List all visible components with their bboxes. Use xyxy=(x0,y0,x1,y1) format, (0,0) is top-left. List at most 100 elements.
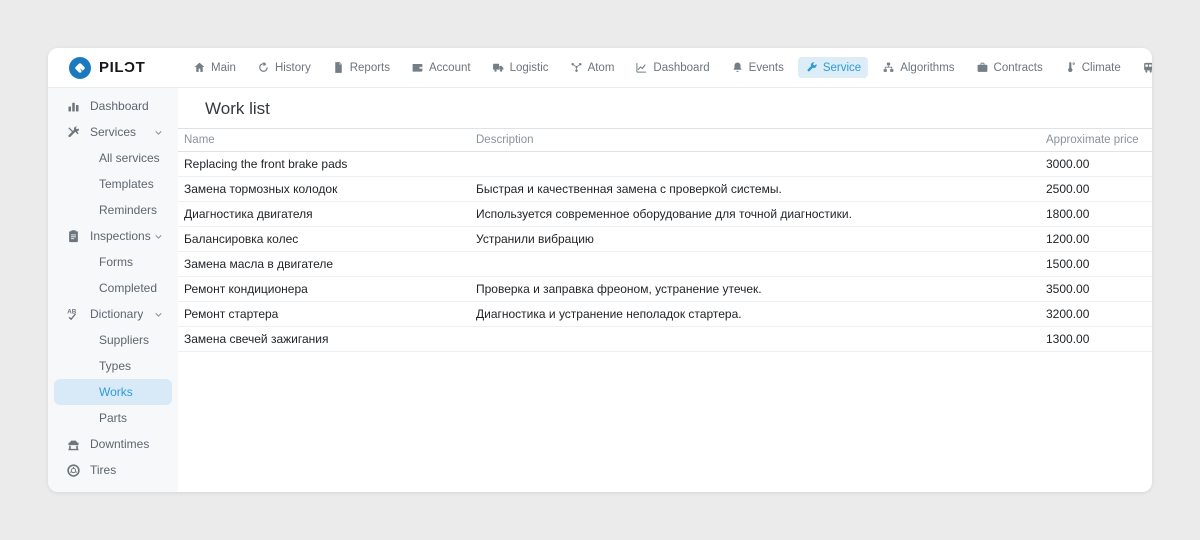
sidebar-item-dictionary[interactable]: Dictionary xyxy=(54,301,172,327)
thermometer-icon xyxy=(1064,61,1077,74)
wallet-icon xyxy=(411,61,424,74)
sidebar-item-label: Tires xyxy=(90,463,116,477)
sidebar-item-label: Dashboard xyxy=(90,99,149,113)
nav-item-history[interactable]: History xyxy=(250,57,318,78)
table-row[interactable]: Замена свечей зажигания 1300.00 xyxy=(178,327,1152,352)
column-header-description: Description xyxy=(470,129,1040,152)
app-window: PILƆT Main History Reports Account Logis… xyxy=(48,48,1152,492)
table-row[interactable]: Замена масла в двигателе 1500.00 xyxy=(178,252,1152,277)
home-icon xyxy=(193,61,206,74)
cell-description: Используется современное оборудование дл… xyxy=(470,202,1040,227)
cell-name: Замена тормозных колодок xyxy=(178,177,470,202)
nav-item-account[interactable]: Account xyxy=(404,57,478,78)
nav-item-label: Climate xyxy=(1082,62,1121,74)
tools-icon xyxy=(66,125,81,140)
nav-item-label: Reports xyxy=(350,62,390,74)
nav-item-reports[interactable]: Reports xyxy=(325,57,397,78)
sidebar-item-label: Reminders xyxy=(99,203,157,217)
nav-item-label: Logistic xyxy=(510,62,549,74)
nav-item-label: History xyxy=(275,62,311,74)
sidebar-item-forms[interactable]: Forms xyxy=(54,249,172,275)
brand-logo[interactable]: PILƆT xyxy=(68,56,186,80)
bell-icon xyxy=(731,61,744,74)
sidebar-item-completed[interactable]: Completed xyxy=(54,275,172,301)
cell-name: Replacing the front brake pads xyxy=(178,152,470,177)
nav-item-label: Atom xyxy=(588,62,615,74)
table-row[interactable]: Replacing the front brake pads 3000.00 xyxy=(178,152,1152,177)
chevron-down-icon xyxy=(153,127,164,138)
nav-item-label: Account xyxy=(429,62,471,74)
sidebar-item-suppliers[interactable]: Suppliers xyxy=(54,327,172,353)
nav-item-contracts[interactable]: Contracts xyxy=(969,57,1050,78)
chart-icon xyxy=(635,61,648,74)
sidebar-item-parts[interactable]: Parts xyxy=(54,405,172,431)
top-navbar: PILƆT Main History Reports Account Logis… xyxy=(48,48,1152,88)
brand-name: PILƆT xyxy=(99,59,145,76)
sidebar-item-label: Works xyxy=(99,385,133,399)
sidebar-item-label: Completed xyxy=(99,281,157,295)
truck-icon xyxy=(492,61,505,74)
cell-price: 1800.00 xyxy=(1040,202,1152,227)
sidebar-item-types[interactable]: Types xyxy=(54,353,172,379)
sidebar-item-label: Services xyxy=(90,125,136,139)
sidebar-item-tires[interactable]: Tires xyxy=(54,457,172,483)
top-nav-menu: Main History Reports Account Logistic At… xyxy=(186,57,1152,78)
dict-icon xyxy=(66,307,81,322)
sidebar: Dashboard Services All services Template… xyxy=(48,88,178,492)
page-title: Work list xyxy=(178,88,1152,128)
table-header-row: Name Description Approximate price xyxy=(178,129,1152,152)
cell-price: 1200.00 xyxy=(1040,227,1152,252)
nav-item-service[interactable]: Service xyxy=(798,57,868,78)
nav-item-main[interactable]: Main xyxy=(186,57,243,78)
file-icon xyxy=(332,61,345,74)
app-body: Dashboard Services All services Template… xyxy=(48,88,1152,492)
nav-item-label: Main xyxy=(211,62,236,74)
cell-price: 1300.00 xyxy=(1040,327,1152,352)
sidebar-item-works[interactable]: Works xyxy=(54,379,172,405)
cell-price: 2500.00 xyxy=(1040,177,1152,202)
chevron-down-icon xyxy=(153,309,164,320)
carlift-icon xyxy=(66,437,81,452)
table-row[interactable]: Ремонт стартера Диагностика и устранение… xyxy=(178,302,1152,327)
column-header-approximate-price: Approximate price xyxy=(1040,129,1152,152)
nav-item-algorithms[interactable]: Algorithms xyxy=(875,57,961,78)
sidebar-item-dashboard[interactable]: Dashboard xyxy=(54,93,172,119)
pilot-logo-icon xyxy=(68,56,92,80)
cell-price: 3000.00 xyxy=(1040,152,1152,177)
wrench-icon xyxy=(805,61,818,74)
cell-price: 3200.00 xyxy=(1040,302,1152,327)
sidebar-item-templates[interactable]: Templates xyxy=(54,171,172,197)
cell-description xyxy=(470,252,1040,277)
table-row[interactable]: Замена тормозных колодок Быстрая и качес… xyxy=(178,177,1152,202)
sidebar-item-all-services[interactable]: All services xyxy=(54,145,172,171)
sidebar-item-label: Inspections xyxy=(90,229,151,243)
nav-item-climate[interactable]: Climate xyxy=(1057,57,1128,78)
nav-item-label: Dashboard xyxy=(653,62,709,74)
nav-item-label: Service xyxy=(823,62,861,74)
main-content: Work list Name Description Approximate p… xyxy=(178,88,1152,492)
sidebar-item-inspections[interactable]: Inspections xyxy=(54,223,172,249)
nav-item-label: Algorithms xyxy=(900,62,954,74)
cell-name: Балансировка колес xyxy=(178,227,470,252)
column-header-name: Name xyxy=(178,129,470,152)
cell-name: Диагностика двигателя xyxy=(178,202,470,227)
cell-name: Ремонт стартера xyxy=(178,302,470,327)
bars-icon xyxy=(66,99,81,114)
bus-icon xyxy=(1142,61,1152,74)
nav-item-atom[interactable]: Atom xyxy=(563,57,622,78)
work-list-table: Name Description Approximate price Repla… xyxy=(178,128,1152,352)
nav-item-logistic[interactable]: Logistic xyxy=(485,57,556,78)
sidebar-item-label: Types xyxy=(99,359,131,373)
sidebar-item-reminders[interactable]: Reminders xyxy=(54,197,172,223)
nav-item-events[interactable]: Events xyxy=(724,57,791,78)
sidebar-item-label: Templates xyxy=(99,177,154,191)
sidebar-item-label: Downtimes xyxy=(90,437,149,451)
sidebar-item-downtimes[interactable]: Downtimes xyxy=(54,431,172,457)
table-row[interactable]: Ремонт кондиционера Проверка и заправка … xyxy=(178,277,1152,302)
table-row[interactable]: Диагностика двигателя Используется совре… xyxy=(178,202,1152,227)
sidebar-item-label: Dictionary xyxy=(90,307,143,321)
nav-item-dashboard[interactable]: Dashboard xyxy=(628,57,716,78)
sidebar-item-services[interactable]: Services xyxy=(54,119,172,145)
table-row[interactable]: Балансировка колес Устранили вибрацию 12… xyxy=(178,227,1152,252)
nav-item-bus-lines[interactable]: Bus lines xyxy=(1135,57,1152,78)
